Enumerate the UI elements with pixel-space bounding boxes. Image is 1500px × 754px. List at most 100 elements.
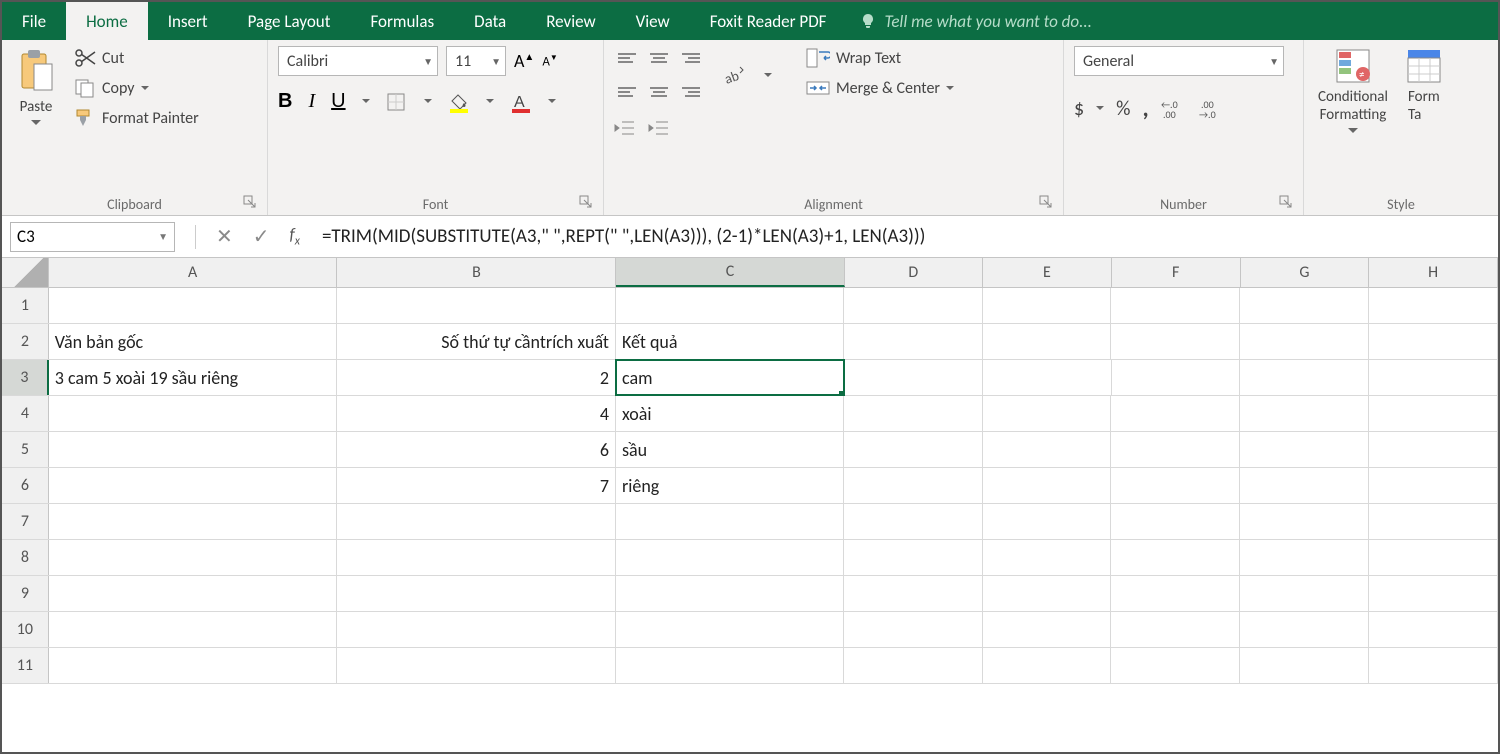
cell-B5[interactable]: 6 xyxy=(337,432,616,467)
number-format-combo[interactable]: General▼ xyxy=(1074,46,1284,76)
cell-D7[interactable] xyxy=(844,504,983,539)
cell-C2[interactable]: Kết quả xyxy=(616,324,844,359)
cell-H8[interactable] xyxy=(1369,540,1498,575)
cell-C4[interactable]: xoài xyxy=(616,396,844,431)
cell-F5[interactable] xyxy=(1111,432,1240,467)
conditional-formatting-button[interactable]: ≠ Conditional Formatting xyxy=(1314,46,1392,136)
formula-input[interactable]: =TRIM(MID(SUBSTITUTE(A3," ",REPT(" ",LEN… xyxy=(312,225,1498,248)
cell-C1[interactable] xyxy=(616,288,844,323)
select-all-button[interactable] xyxy=(2,258,49,287)
cell-C5[interactable]: sầu xyxy=(616,432,844,467)
cut-button[interactable]: Cut xyxy=(70,46,203,70)
cell-H7[interactable] xyxy=(1369,504,1498,539)
percent-button[interactable]: % xyxy=(1116,97,1130,121)
cell-B3[interactable]: 2 xyxy=(337,360,616,395)
cell-A7[interactable] xyxy=(49,504,337,539)
cell-F2[interactable] xyxy=(1111,324,1240,359)
cell-D2[interactable] xyxy=(844,324,983,359)
underline-button[interactable]: U xyxy=(331,90,345,113)
tab-home[interactable]: Home xyxy=(66,2,148,40)
increase-decimal-button[interactable]: ←.0.00 xyxy=(1161,98,1187,120)
row-header-6[interactable]: 6 xyxy=(2,468,49,503)
dialog-launcher-icon[interactable] xyxy=(1039,195,1053,209)
col-header-F[interactable]: F xyxy=(1112,258,1241,287)
cell-B1[interactable] xyxy=(337,288,616,323)
cell-G4[interactable] xyxy=(1240,396,1369,431)
cell-H11[interactable] xyxy=(1369,648,1498,683)
cell-F9[interactable] xyxy=(1111,576,1240,611)
align-top-center-button[interactable] xyxy=(646,46,672,72)
row-header-5[interactable]: 5 xyxy=(2,432,49,467)
align-bottom-right-button[interactable] xyxy=(678,78,704,104)
chevron-down-icon[interactable] xyxy=(362,99,370,104)
tab-view[interactable]: View xyxy=(616,2,690,40)
cell-G9[interactable] xyxy=(1240,576,1369,611)
cell-G11[interactable] xyxy=(1240,648,1369,683)
wrap-text-button[interactable]: Wrap Text xyxy=(802,46,958,70)
tab-file[interactable]: File xyxy=(2,2,66,40)
cell-B8[interactable] xyxy=(337,540,616,575)
cell-B6[interactable]: 7 xyxy=(337,468,616,503)
cell-C6[interactable]: riêng xyxy=(616,468,844,503)
cell-E2[interactable] xyxy=(983,324,1112,359)
cell-D10[interactable] xyxy=(844,612,983,647)
cell-C9[interactable] xyxy=(616,576,844,611)
chevron-down-icon[interactable] xyxy=(548,99,556,104)
tab-review[interactable]: Review xyxy=(526,2,615,40)
row-header-9[interactable]: 9 xyxy=(2,576,49,611)
insert-function-button[interactable]: fx xyxy=(290,224,300,248)
cell-A3[interactable]: 3 cam 5 xoài 19 sầu riêng xyxy=(49,360,337,395)
row-header-1[interactable]: 1 xyxy=(2,288,49,323)
font-color-button[interactable]: A xyxy=(510,91,532,113)
cell-B2[interactable]: Số thứ tự cầntrích xuất xyxy=(337,324,616,359)
cell-A5[interactable] xyxy=(49,432,337,467)
borders-button[interactable] xyxy=(386,92,408,112)
cell-D3[interactable] xyxy=(844,360,983,395)
col-header-B[interactable]: B xyxy=(337,258,616,287)
col-header-E[interactable]: E xyxy=(983,258,1112,287)
cell-E9[interactable] xyxy=(983,576,1112,611)
cell-D9[interactable] xyxy=(844,576,983,611)
cell-B11[interactable] xyxy=(337,648,616,683)
cell-F10[interactable] xyxy=(1111,612,1240,647)
cell-H5[interactable] xyxy=(1369,432,1498,467)
align-bottom-center-button[interactable] xyxy=(646,78,672,104)
cell-G2[interactable] xyxy=(1240,324,1369,359)
cell-A2[interactable]: Văn bản gốc xyxy=(49,324,337,359)
tell-me-search[interactable]: Tell me what you want to do... xyxy=(846,2,1106,40)
row-header-3[interactable]: 3 xyxy=(2,360,49,395)
cell-G3[interactable] xyxy=(1240,360,1369,395)
copy-button[interactable]: Copy xyxy=(70,76,203,100)
orientation-button[interactable]: ab xyxy=(722,63,746,87)
currency-button[interactable]: $ xyxy=(1074,97,1084,121)
cell-A4[interactable] xyxy=(49,396,337,431)
cell-D8[interactable] xyxy=(844,540,983,575)
dialog-launcher-icon[interactable] xyxy=(243,195,257,209)
cell-D5[interactable] xyxy=(844,432,983,467)
cell-G8[interactable] xyxy=(1240,540,1369,575)
cell-F4[interactable] xyxy=(1111,396,1240,431)
fill-color-button[interactable] xyxy=(448,91,470,113)
paste-button[interactable]: Paste xyxy=(12,46,60,128)
font-name-combo[interactable]: Calibri▼ xyxy=(278,46,438,76)
row-header-8[interactable]: 8 xyxy=(2,540,49,575)
cell-B7[interactable] xyxy=(337,504,616,539)
cell-D1[interactable] xyxy=(844,288,983,323)
cell-G1[interactable] xyxy=(1240,288,1369,323)
align-bottom-left-button[interactable] xyxy=(614,78,640,104)
name-box[interactable]: C3▼ xyxy=(10,222,175,252)
chevron-down-icon[interactable] xyxy=(764,73,772,78)
increase-indent-button[interactable] xyxy=(648,120,670,138)
cell-E6[interactable] xyxy=(983,468,1112,503)
format-painter-button[interactable]: Format Painter xyxy=(70,106,203,130)
cancel-formula-button[interactable]: ✕ xyxy=(216,224,233,249)
cell-H2[interactable] xyxy=(1369,324,1498,359)
tab-insert[interactable]: Insert xyxy=(148,2,228,40)
align-top-left-button[interactable] xyxy=(614,46,640,72)
cell-F1[interactable] xyxy=(1111,288,1240,323)
cell-A6[interactable] xyxy=(49,468,337,503)
decrease-indent-button[interactable] xyxy=(614,120,636,138)
col-header-H[interactable]: H xyxy=(1369,258,1498,287)
increase-font-button[interactable]: A▲ xyxy=(514,50,534,72)
bold-button[interactable]: B xyxy=(278,90,292,113)
